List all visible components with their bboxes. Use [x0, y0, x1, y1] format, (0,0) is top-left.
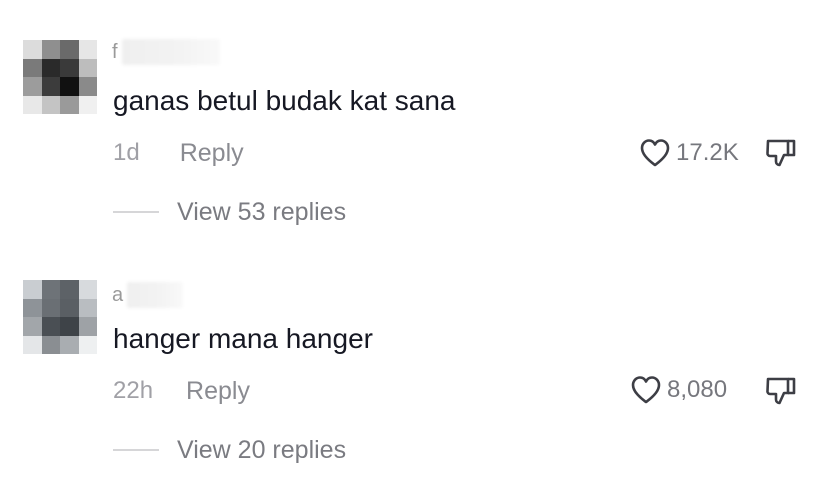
username-initial: a — [112, 284, 124, 306]
heart-outline-icon — [640, 139, 670, 167]
like-button[interactable]: 17.2K — [639, 136, 739, 170]
view-replies-label: View 20 replies — [177, 435, 347, 464]
like-count: 17.2K — [676, 139, 739, 166]
heart-outline-icon — [631, 376, 661, 404]
comment-meta: 1d Reply — [113, 136, 244, 170]
replies-divider — [113, 211, 159, 213]
dislike-button[interactable] — [764, 136, 798, 170]
username-blur — [121, 39, 220, 65]
comment-meta: 22h Reply — [113, 374, 250, 408]
thumbs-down-outline-icon — [766, 139, 796, 167]
like-count: 8,080 — [667, 376, 728, 403]
comment-text: hanger mana hanger — [113, 323, 373, 354]
username-initial: f — [112, 41, 118, 63]
comment-time: 1d — [113, 139, 140, 166]
view-replies-button[interactable]: View 20 replies — [113, 433, 346, 467]
dislike-button[interactable] — [764, 374, 798, 408]
reply-button[interactable]: Reply — [186, 377, 250, 406]
avatar[interactable] — [23, 280, 97, 354]
reply-button[interactable]: Reply — [180, 139, 244, 168]
view-replies-button[interactable]: View 53 replies — [113, 195, 346, 229]
comment-text: ganas betul budak kat sana — [113, 85, 456, 116]
like-button[interactable]: 8,080 — [630, 373, 727, 407]
thumbs-down-outline-icon — [766, 377, 796, 405]
view-replies-label: View 53 replies — [177, 197, 347, 226]
avatar[interactable] — [23, 40, 97, 114]
comment-time: 22h — [113, 377, 154, 404]
username[interactable]: f — [112, 39, 220, 65]
username[interactable]: a — [112, 282, 184, 308]
username-blur — [127, 282, 184, 308]
replies-divider — [113, 449, 159, 451]
